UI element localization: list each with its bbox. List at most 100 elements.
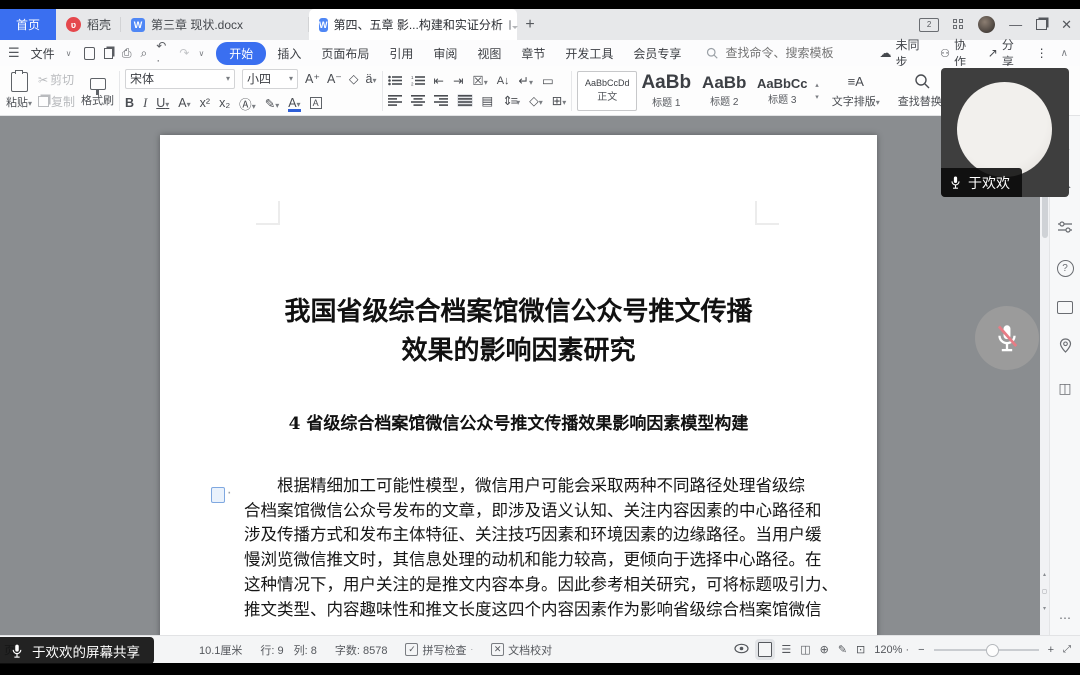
sidebar-more-icon[interactable]: ⋯ [1059, 611, 1071, 625]
sort-icon[interactable]: A↓ [497, 75, 510, 87]
file-chevron-icon[interactable]: ∨ [66, 49, 72, 58]
mic-muted-button[interactable] [975, 306, 1039, 370]
zoom-slider-knob[interactable] [986, 644, 999, 657]
margin-note-icon[interactable] [211, 487, 225, 503]
clear-format-icon[interactable]: ◇ [349, 71, 359, 86]
menu-item-member[interactable]: 会员专享 [624, 42, 690, 65]
underline-button[interactable]: U▾ [156, 96, 169, 110]
zoom-slider[interactable] [934, 649, 1039, 651]
share-button[interactable]: ↗ 分享 [988, 36, 1023, 70]
undo-icon[interactable]: ↶ · [156, 39, 170, 67]
save-icon[interactable] [84, 47, 95, 60]
italic-button[interactable]: I [143, 96, 147, 111]
menu-item-review[interactable]: 审阅 [424, 42, 466, 65]
wordart-icon[interactable]: Ⓐ▾ [239, 94, 256, 113]
text-layout-button[interactable]: ≡A 文字排版▾ [832, 72, 880, 109]
distribute-icon[interactable]: ▤ [482, 93, 494, 108]
justify-button[interactable] [457, 94, 473, 107]
minimize-button[interactable]: — [1009, 17, 1022, 32]
subscript-button[interactable]: x₂ [219, 96, 230, 110]
eye-protect-icon[interactable] [734, 643, 749, 657]
grow-font-button[interactable]: A⁺ [305, 71, 320, 86]
collapse-ribbon-icon[interactable]: ∧ [1061, 48, 1068, 59]
fit-page-icon[interactable]: ⊡ [856, 643, 865, 656]
superscript-button[interactable]: x² [200, 96, 210, 110]
docer-tab[interactable]: ʋ 稻壳 [56, 9, 121, 40]
find-replace-button[interactable]: 查找替换▾ [898, 72, 946, 109]
document-page[interactable]: 我国省级综合档案馆微信公众号推文传播 效果的影响因素研究 4 省级综合档案馆微信… [160, 135, 877, 635]
line-spacing-icon[interactable]: ⇕≡▾ [502, 93, 520, 108]
comment-bubble-icon[interactable] [509, 20, 511, 30]
font-size-select[interactable]: 小四▾ [242, 69, 298, 89]
style-heading2[interactable]: AaBb 标题 2 [695, 72, 753, 110]
paste-button[interactable]: 粘贴▾ [6, 72, 32, 110]
character-border-icon[interactable]: A [310, 97, 322, 109]
prev-page-icon[interactable]: ▴ [1040, 571, 1049, 578]
spell-check-toggle[interactable]: ✓ 拼写检查· [405, 642, 473, 658]
phonetic-guide-icon[interactable]: ä▾ [366, 72, 377, 86]
document-tab-1[interactable]: W 第三章 现状.docx [121, 9, 309, 40]
styles-up-icon[interactable]: ▴ [815, 81, 819, 89]
bold-button[interactable]: B [125, 96, 134, 110]
asian-layout-icon[interactable]: ☒▾ [472, 73, 487, 88]
location-pin-icon[interactable] [1059, 338, 1072, 356]
font-name-select[interactable]: 宋体▾ [125, 69, 235, 89]
ink-pen-icon[interactable]: ✎ [838, 643, 847, 656]
webcam-video-tile[interactable]: 于欢欢 [941, 68, 1069, 197]
split-window-icon[interactable]: 2 [919, 18, 939, 32]
home-tab[interactable]: 首页 [0, 9, 56, 40]
numbered-list-icon[interactable]: 12 [411, 75, 425, 86]
menu-item-references[interactable]: 引用 [380, 42, 422, 65]
fullscreen-icon[interactable]: ⤢ [1063, 644, 1070, 655]
align-center-button[interactable] [411, 95, 425, 106]
decrease-indent-icon[interactable]: ⇤ [434, 73, 444, 88]
highlight-color-icon[interactable]: ✎▾ [265, 96, 280, 111]
document-canvas[interactable]: 我国省级综合档案馆微信公众号推文传播 效果的影响因素研究 4 省级综合档案馆微信… [0, 116, 1040, 635]
sync-status[interactable]: ☁ 未同步 [879, 36, 927, 70]
print-preview-icon[interactable]: ⌕ [140, 46, 147, 61]
menu-item-start[interactable]: 开始 [216, 42, 266, 65]
more-commands-chevron-icon[interactable]: ∨ [198, 49, 204, 58]
feedback-icon[interactable] [1057, 301, 1073, 314]
more-menu-icon[interactable]: ⋮ [1036, 46, 1048, 60]
proofread-toggle[interactable]: ✕ 文档校对 [491, 642, 552, 658]
help-icon[interactable]: ? [1057, 260, 1074, 277]
align-left-button[interactable] [388, 95, 402, 106]
zoom-level[interactable]: 120% · [874, 644, 909, 656]
account-avatar[interactable] [978, 16, 995, 33]
new-tab-button[interactable]: + [517, 9, 543, 40]
workspace-grid-icon[interactable] [953, 19, 964, 30]
font-color-button[interactable]: A▾ [288, 96, 300, 110]
restore-button[interactable] [1036, 19, 1047, 30]
shading-icon[interactable]: ◇▾ [529, 93, 543, 108]
shrink-font-button[interactable]: A⁻ [327, 71, 342, 86]
menu-item-section[interactable]: 章节 [512, 42, 554, 65]
style-heading3[interactable]: AaBbCc 标题 3 [753, 72, 811, 110]
collaborate-button[interactable]: ⚇ 协作 [940, 36, 975, 70]
format-painter-button[interactable]: 格式刷 [81, 74, 114, 108]
web-view-icon[interactable]: ⊕ [820, 643, 829, 656]
word-count[interactable]: 字数: 8578 [335, 642, 388, 658]
file-menu[interactable]: 文件 [22, 42, 64, 65]
menu-item-page-layout[interactable]: 页面布局 [312, 42, 378, 65]
bullet-list-icon[interactable] [388, 75, 402, 86]
print-icon[interactable]: ⎙ [122, 46, 132, 61]
outline-view-icon[interactable]: ☰ [781, 643, 791, 656]
redo-icon[interactable]: ↷ [179, 46, 189, 60]
menu-item-dev-tools[interactable]: 开发工具 [556, 42, 622, 65]
menu-item-insert[interactable]: 插入 [268, 42, 310, 65]
export-icon[interactable] [104, 48, 113, 59]
zoom-in-button[interactable]: + [1048, 644, 1054, 656]
style-heading1[interactable]: AaBb 标题 1 [637, 72, 695, 110]
style-normal[interactable]: AaBbCcDd 正文 [577, 71, 637, 111]
formatting-marks-icon[interactable]: ↵▾ [519, 73, 534, 88]
settings-sliders-icon[interactable] [1058, 220, 1072, 236]
zoom-out-button[interactable]: − [918, 644, 924, 656]
browse-object-icon[interactable]: ◻ [1040, 588, 1049, 595]
increase-indent-icon[interactable]: ⇥ [453, 73, 463, 88]
next-page-icon[interactable]: ▾ [1040, 605, 1049, 612]
page-view-icon[interactable] [758, 642, 772, 657]
text-effects-icon[interactable]: A▾ [178, 96, 190, 110]
borders-icon[interactable]: ⊞▾ [552, 93, 567, 108]
document-search-icon[interactable]: ◫ [1058, 380, 1071, 397]
